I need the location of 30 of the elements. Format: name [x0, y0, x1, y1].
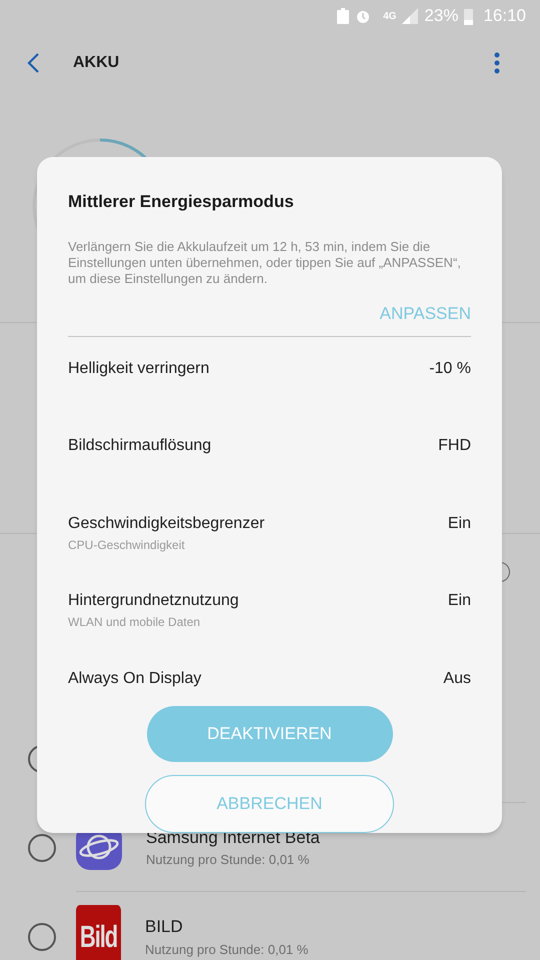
setting-label: Always On Display [68, 668, 202, 689]
app-name: BILD [145, 916, 184, 938]
battery-icon [464, 8, 474, 24]
customize-link[interactable]: ANPASSEN [380, 300, 471, 326]
setting-subtitle: CPU-Geschwindigkeit [68, 536, 186, 554]
app-logo: Bild [76, 905, 121, 960]
dialog-description: Verlängern Sie die Akkulaufzeit um 12 h, 53 min, indem Sie die Einstellungen unten übernehmen, oder tippen Sie auf „ANPASSEN“, um diese Einstellungen zu ändern. [68, 238, 462, 286]
setting-value: FHD [438, 436, 471, 456]
setting-value: Ein [448, 591, 471, 612]
dialog-title: Mittlerer Energiesparmodus [68, 191, 295, 213]
more-options-icon[interactable] [494, 52, 500, 74]
setting-subtitle: WLAN und mobile Daten [68, 614, 202, 632]
cancel-button[interactable]: ABBRECHEN [145, 774, 394, 833]
setting-value: Ein [448, 514, 471, 534]
radio-button[interactable] [28, 834, 56, 862]
setting-label: Geschwindigkeitsbegrenzer [68, 514, 265, 534]
page-title: AKKU [73, 53, 120, 73]
deactivate-button[interactable]: DEAKTIVIEREN [146, 706, 392, 762]
alarm-icon [355, 8, 372, 24]
setting-label: Bildschirmauflösung [68, 436, 212, 456]
signal-icon [402, 8, 418, 24]
setting-label: Hintergrundnetznutzung [68, 591, 239, 612]
back-icon[interactable] [26, 52, 40, 74]
setting-value: Aus [443, 668, 471, 689]
battery-saver-icon [337, 8, 350, 24]
app-usage: Nutzung pro Stunde: 0,01 % [145, 940, 308, 959]
radio-button[interactable] [28, 922, 56, 950]
app-usage: Nutzung pro Stunde: 0,01 % [146, 851, 310, 869]
setting-label: Helligkeit verringern [68, 359, 210, 379]
setting-value: -10 % [429, 359, 471, 379]
